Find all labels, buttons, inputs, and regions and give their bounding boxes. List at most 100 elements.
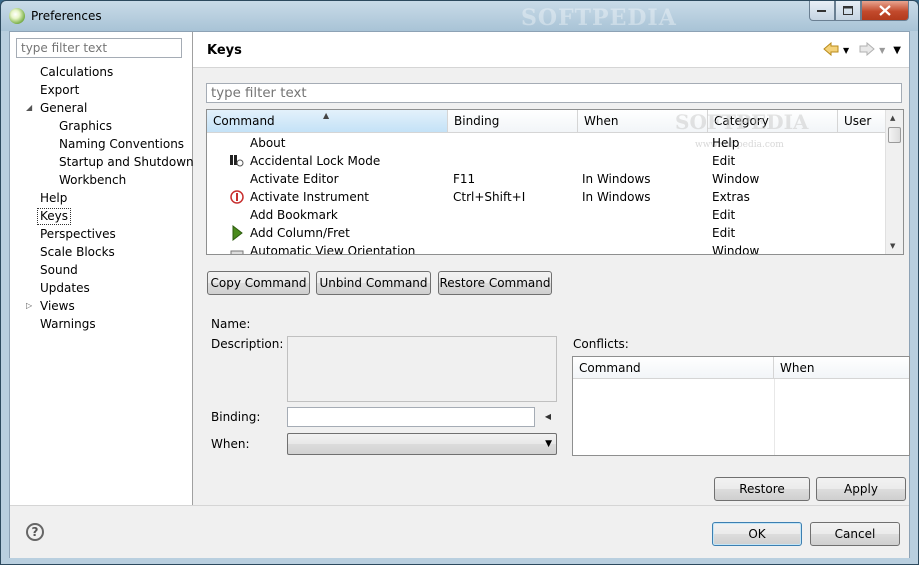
- cell-binding: F11: [453, 172, 476, 186]
- chevron-down-icon: ▼: [545, 439, 552, 449]
- column-header-label: User: [844, 114, 872, 128]
- column-divider: [774, 379, 775, 455]
- copy-command-button[interactable]: Copy Command: [207, 271, 310, 295]
- window-title: Preferences: [31, 9, 102, 23]
- apply-button[interactable]: Apply: [816, 477, 906, 501]
- conflicts-header-command[interactable]: Command: [573, 357, 774, 379]
- table-row[interactable]: About Help: [207, 134, 887, 152]
- dialog-button-bar: ? OK Cancel: [10, 505, 909, 558]
- preference-tree-pane: CalculationsExportGeneral ◢ GraphicsNaming…: [10, 32, 194, 505]
- table-row[interactable]: Activate Editor F11 In Windows Window: [207, 170, 887, 188]
- lock-mode-icon: [229, 153, 245, 171]
- tree-item[interactable]: Updates: [40, 280, 90, 297]
- scroll-down-icon[interactable]: ▼: [890, 242, 895, 250]
- close-icon[interactable]: [861, 1, 909, 21]
- column-header-label: Command: [213, 114, 275, 128]
- tree-item[interactable]: Workbench: [59, 172, 126, 189]
- conflicts-table[interactable]: Command When: [572, 356, 910, 456]
- column-header-label: Binding: [454, 114, 500, 128]
- tree-item[interactable]: Export: [40, 82, 79, 99]
- tree-item[interactable]: Warnings: [40, 316, 96, 333]
- tree-item[interactable]: Perspectives: [40, 226, 116, 243]
- cell-category: Edit: [712, 154, 736, 168]
- tree-item[interactable]: General: [40, 100, 87, 117]
- cell-command: Activate Instrument: [250, 190, 370, 204]
- restore-command-button[interactable]: Restore Command: [438, 271, 552, 295]
- column-header-label: When: [584, 114, 619, 128]
- app-icon: [9, 8, 25, 24]
- cell-category: Window: [712, 244, 760, 255]
- maximize-icon[interactable]: [835, 1, 861, 21]
- instrument-icon: [229, 189, 245, 207]
- scrollbar-thumb[interactable]: [888, 127, 901, 143]
- preferences-window: Preferences SOFTPEDIA CalculationsExport…: [0, 0, 919, 565]
- cell-category: Edit: [712, 226, 736, 240]
- tree-collapsed-icon[interactable]: ▷: [26, 301, 32, 310]
- tree-item[interactable]: Naming Conventions: [59, 136, 184, 153]
- tree-item[interactable]: Sound: [40, 262, 78, 279]
- page-header: Keys ▼ ▼ ▼: [193, 32, 909, 68]
- binding-menu-icon[interactable]: ◀: [541, 409, 555, 425]
- cancel-button[interactable]: Cancel: [810, 522, 900, 546]
- table-row[interactable]: Add Column/Fret Edit: [207, 224, 887, 242]
- table-row[interactable]: Add Bookmark Edit: [207, 206, 887, 224]
- forward-dropdown-icon[interactable]: ▼: [879, 46, 885, 55]
- view-orientation-icon: [229, 243, 245, 254]
- description-field: [287, 336, 557, 402]
- tree-expanded-icon[interactable]: ◢: [26, 103, 32, 112]
- tree-item[interactable]: Calculations: [40, 64, 113, 81]
- cell-command: Add Bookmark: [250, 208, 338, 222]
- sort-ascending-icon: ▲: [323, 111, 330, 120]
- column-header-label: Command: [579, 361, 641, 375]
- ok-button[interactable]: OK: [712, 522, 802, 546]
- cell-category: Extras: [712, 190, 750, 204]
- view-menu-icon[interactable]: ▼: [893, 45, 901, 56]
- tree-item[interactable]: Startup and Shutdown: [59, 154, 194, 171]
- cell-category: Help: [712, 136, 740, 150]
- column-header-binding[interactable]: Binding: [448, 110, 578, 133]
- tree-item[interactable]: Scale Blocks: [40, 244, 115, 261]
- dialog-client: CalculationsExportGeneral ◢ GraphicsNaming…: [9, 31, 910, 558]
- cell-command: About: [250, 136, 286, 150]
- commands-table[interactable]: ▲ Command Binding When Category User SOF…: [206, 109, 904, 255]
- column-header-command[interactable]: ▲ Command: [207, 110, 448, 133]
- tree-item[interactable]: Keys: [37, 208, 72, 225]
- when-dropdown[interactable]: ▼: [287, 433, 557, 455]
- back-dropdown-icon[interactable]: ▼: [843, 46, 849, 55]
- column-header-label: When: [780, 361, 815, 375]
- cell-binding: Ctrl+Shift+I: [453, 190, 526, 204]
- binding-field[interactable]: [287, 407, 535, 427]
- help-icon[interactable]: ?: [26, 523, 44, 541]
- page-navigation: ▼ ▼ ▼: [823, 41, 901, 59]
- table-row[interactable]: Automatic View Orientation Window: [207, 242, 887, 255]
- table-row[interactable]: Activate Instrument Ctrl+Shift+I In Window…: [207, 188, 887, 206]
- keys-filter-input[interactable]: [206, 83, 902, 103]
- minimize-icon[interactable]: [809, 1, 835, 21]
- cell-command: Accidental Lock Mode: [250, 154, 381, 168]
- conflicts-header-when[interactable]: When: [774, 357, 909, 379]
- when-label: When:: [211, 437, 250, 451]
- cell-when: In Windows: [582, 172, 651, 186]
- unbind-command-button[interactable]: Unbind Command: [316, 271, 431, 295]
- vertical-scrollbar[interactable]: ▲ ▼: [885, 110, 903, 254]
- tree-filter-input[interactable]: [16, 38, 182, 58]
- conflicts-label: Conflicts:: [573, 337, 629, 351]
- tree-item[interactable]: Views: [40, 298, 75, 315]
- title-bar[interactable]: Preferences SOFTPEDIA: [1, 1, 918, 31]
- forward-arrow-icon[interactable]: [859, 41, 875, 59]
- watermark: SOFTPEDIA: [675, 110, 809, 134]
- restore-defaults-button[interactable]: Restore Defaults: [714, 477, 810, 518]
- scroll-up-icon[interactable]: ▲: [890, 114, 895, 122]
- back-arrow-icon[interactable]: [823, 41, 839, 59]
- tree-item[interactable]: Graphics: [59, 118, 112, 135]
- cell-when: In Windows: [582, 190, 651, 204]
- cell-category: Edit: [712, 208, 736, 222]
- column-header-user[interactable]: User: [838, 110, 888, 133]
- page-title: Keys: [207, 43, 242, 58]
- cell-command: Add Column/Fret: [250, 226, 350, 240]
- binding-label: Binding:: [211, 410, 261, 424]
- cell-category: Window: [712, 172, 760, 186]
- tree-item[interactable]: Help: [40, 190, 67, 207]
- table-row[interactable]: Accidental Lock Mode Edit: [207, 152, 887, 170]
- description-label: Description:: [211, 337, 284, 351]
